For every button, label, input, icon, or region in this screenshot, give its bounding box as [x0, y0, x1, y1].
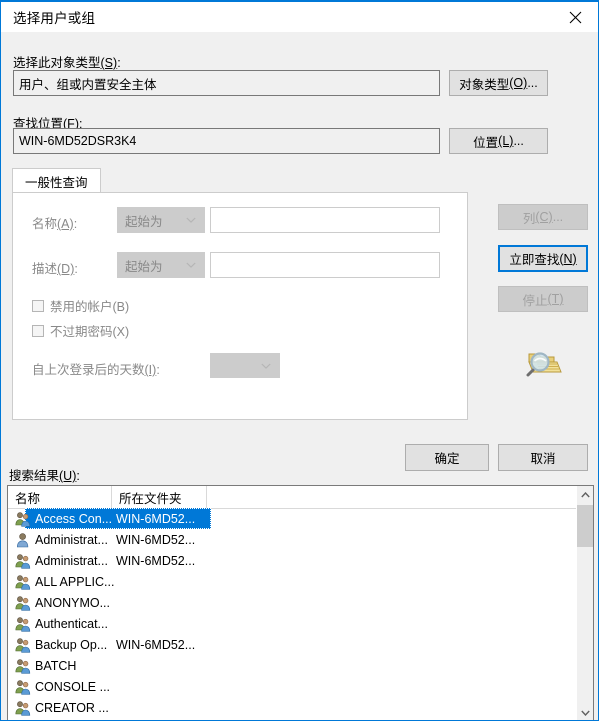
list-rows: Access Con... WIN-6MD52... Administrat... W… [8, 508, 593, 720]
column-header-name[interactable]: 名称 [8, 486, 111, 508]
description-label: 描述(D): [32, 262, 78, 276]
object-types-button[interactable]: 对象类型 (O)... [449, 70, 548, 96]
group-icon [15, 511, 31, 527]
row-name-cell: Backup Op... [15, 637, 107, 653]
row-name-cell: ALL APPLIC... [15, 574, 114, 590]
table-row[interactable]: Authenticat... [8, 613, 593, 634]
table-row[interactable]: Access Con... WIN-6MD52... [8, 508, 593, 529]
row-name-cell: Authenticat... [15, 616, 108, 632]
results-scrollbar[interactable] [576, 486, 593, 720]
scroll-down-button[interactable] [577, 704, 593, 720]
days-since-logon-label: 自上次登录后的天数(I): [32, 363, 160, 377]
search-results-label: 搜索结果(U): [9, 469, 80, 483]
search-results-list[interactable]: 名称 所在文件夹 Access Con... WIN-6MD52... Admini… [7, 485, 594, 720]
magnifier-folder-icon [526, 352, 562, 377]
tab-common-queries[interactable]: 一般性查询 [12, 168, 101, 193]
columns-button[interactable]: 列 (C)... [498, 204, 588, 230]
name-condition-dropdown[interactable]: 起始为 [117, 207, 205, 233]
group-icon [15, 553, 31, 569]
column-header-extra[interactable] [206, 486, 306, 508]
scroll-up-button[interactable] [577, 486, 593, 503]
row-name-text: Authenticat... [35, 616, 108, 631]
row-name-cell: BATCH [15, 658, 76, 674]
stop-button[interactable]: 停止 (T) [498, 286, 588, 312]
row-name-text: BATCH [35, 658, 77, 673]
row-folder-cell: WIN-6MD52... [116, 553, 196, 568]
object-type-label: 选择此对象类型(S): [13, 56, 121, 70]
cancel-button[interactable]: 取消 [498, 444, 588, 471]
group-icon [15, 616, 31, 632]
select-users-or-groups-dialog: 选择用户或组 选择此对象类型(S): 用户、组或内置安全主体 对象类型 (O)..… [0, 0, 599, 721]
table-row[interactable]: Administrat... WIN-6MD52... [8, 529, 593, 550]
chevron-up-icon [580, 491, 590, 497]
description-condition-dropdown[interactable]: 起始为 [117, 252, 205, 278]
group-icon [15, 658, 31, 674]
common-queries-panel: 名称(A): 起始为 描述(D): 起始为 禁用的帐户(B) 不过期密码(X) … [12, 192, 468, 420]
tab-strip: 一般性查询 [12, 168, 468, 193]
checkbox-indicator [32, 299, 44, 312]
row-folder-cell: WIN-6MD52... [116, 511, 196, 526]
row-name-text: CREATOR ... [35, 700, 109, 715]
close-icon [569, 11, 582, 23]
non-expiring-password-checkbox[interactable]: 不过期密码(X) [32, 321, 129, 340]
scrollbar-thumb[interactable] [577, 505, 593, 547]
checkbox-indicator [32, 324, 44, 337]
row-name-cell: ANONYMO... [15, 595, 110, 611]
chevron-down-icon [186, 217, 196, 223]
row-name-text: Administrat... [35, 553, 108, 568]
row-name-cell: Access Con... [15, 511, 112, 527]
table-row[interactable]: Administrat... WIN-6MD52... [8, 550, 593, 571]
row-name-text: CONSOLE ... [35, 679, 111, 694]
chevron-down-icon [580, 710, 590, 716]
disabled-accounts-checkbox[interactable]: 禁用的帐户(B) [32, 296, 129, 315]
table-row[interactable]: CREATOR ... [8, 697, 593, 718]
row-name-text: Backup Op... [35, 637, 108, 652]
table-row[interactable]: ANONYMO... [8, 592, 593, 613]
name-value-input[interactable] [210, 207, 440, 233]
group-icon [15, 574, 31, 590]
row-folder-cell: WIN-6MD52... [116, 532, 196, 547]
object-type-input[interactable]: 用户、组或内置安全主体 [13, 70, 440, 96]
column-header-folder[interactable]: 所在文件夹 [111, 486, 206, 508]
row-name-cell: CREATOR ... [15, 700, 109, 716]
chevron-down-icon [261, 363, 271, 369]
row-name-cell: Administrat... [15, 532, 108, 548]
group-icon [15, 679, 31, 695]
row-name-text: Access Con... [35, 511, 113, 526]
name-label: 名称(A): [32, 217, 78, 231]
table-row[interactable]: BATCH [8, 655, 593, 676]
row-name-text: Administrat... [35, 532, 108, 547]
group-icon [15, 595, 31, 611]
find-now-button[interactable]: 立即查找 (N) [498, 245, 588, 272]
days-since-logon-dropdown[interactable] [210, 353, 280, 378]
title-bar: 选择用户或组 [1, 2, 598, 32]
location-value: WIN-6MD52DSR3K4 [19, 134, 137, 148]
dialog-title: 选择用户或组 [13, 11, 96, 26]
row-name-text: ANONYMO... [35, 595, 111, 610]
row-name-cell: Administrat... [15, 553, 108, 569]
row-name-cell: CONSOLE ... [15, 679, 110, 695]
chevron-down-icon [186, 262, 196, 268]
location-input[interactable]: WIN-6MD52DSR3K4 [13, 128, 440, 154]
table-row[interactable]: CONSOLE ... [8, 676, 593, 697]
user-icon [16, 532, 29, 547]
table-row[interactable]: ALL APPLIC... [8, 571, 593, 592]
list-column-headers: 名称 所在文件夹 [8, 486, 593, 509]
row-name-text: ALL APPLIC... [35, 574, 115, 589]
ok-button[interactable]: 确定 [405, 444, 489, 471]
description-value-input[interactable] [210, 252, 440, 278]
locations-button[interactable]: 位置 (L)... [449, 128, 548, 154]
row-folder-cell: WIN-6MD52... [116, 637, 196, 652]
group-icon [15, 637, 31, 653]
close-button[interactable] [553, 2, 598, 32]
group-icon [15, 700, 31, 716]
object-type-value: 用户、组或内置安全主体 [19, 77, 157, 92]
table-row[interactable]: Backup Op... WIN-6MD52... [8, 634, 593, 655]
